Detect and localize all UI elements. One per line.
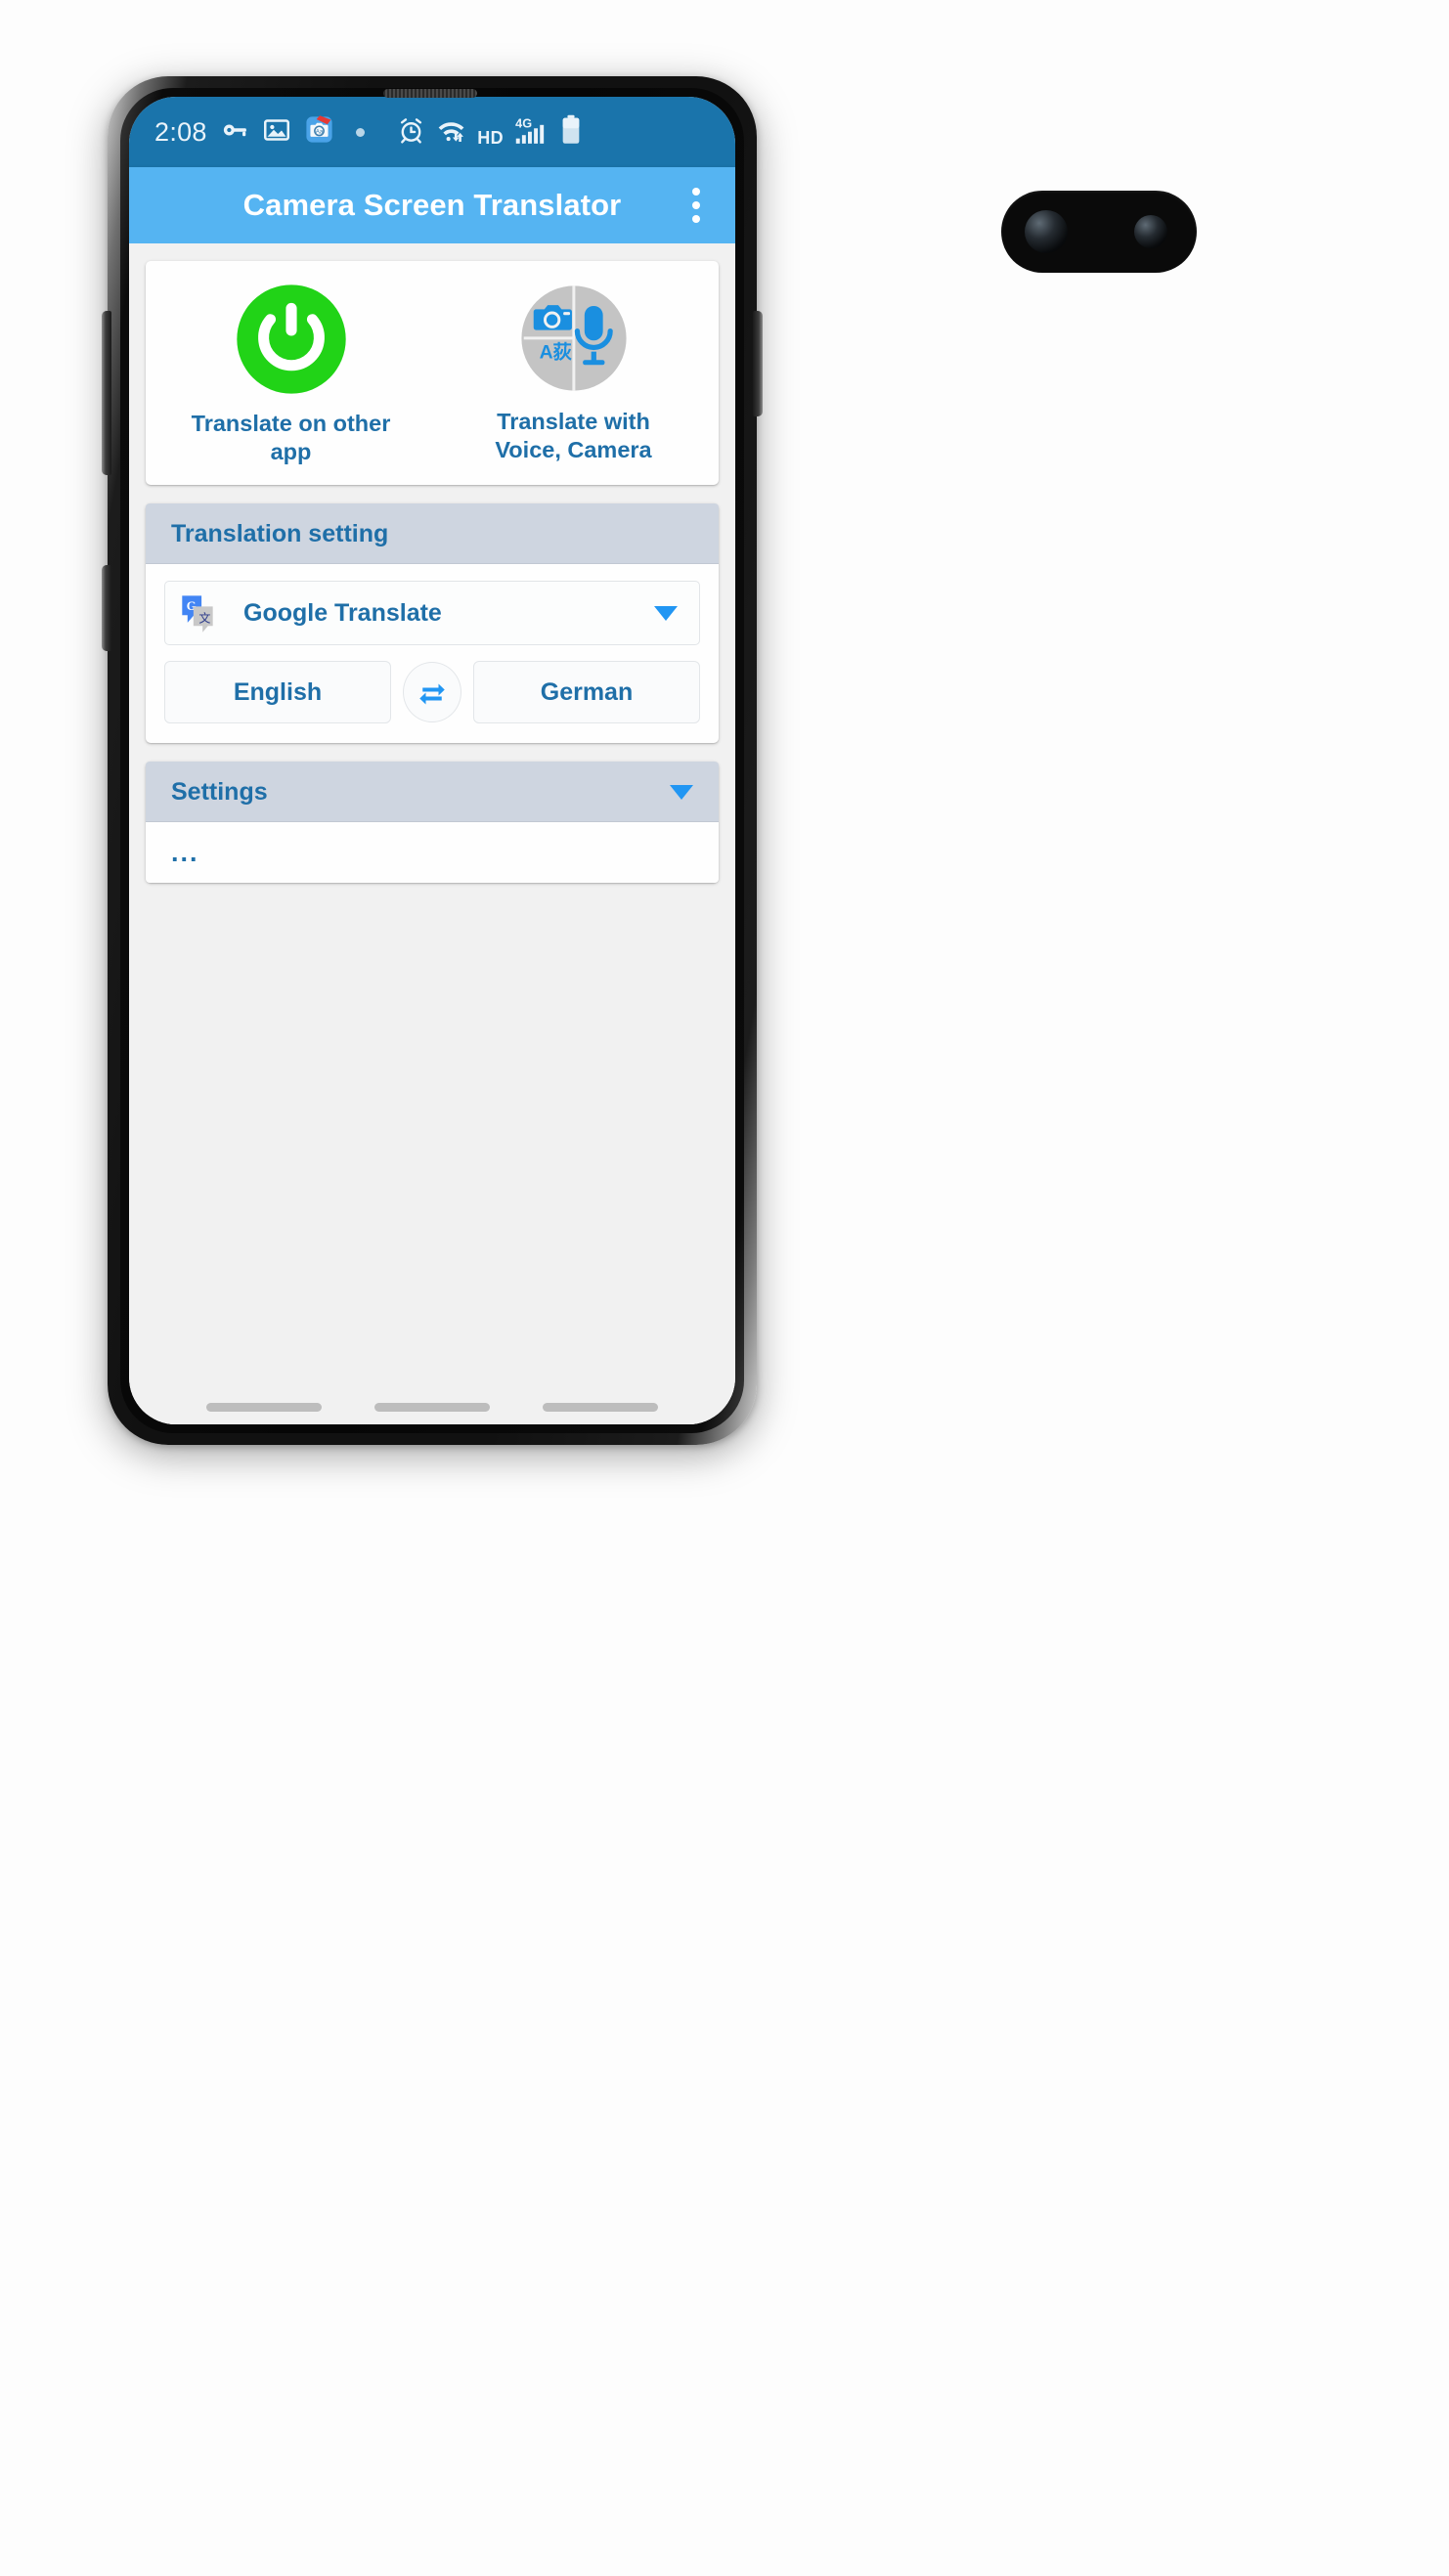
earpiece-speaker-icon — [383, 89, 477, 98]
shortcut-label: Translate on other app — [191, 411, 391, 464]
chevron-down-icon — [670, 784, 693, 800]
translate-on-other-app-button[interactable]: Translate on other app — [150, 283, 432, 465]
engine-name: Google Translate — [243, 598, 442, 627]
back-pill[interactable] — [543, 1402, 658, 1412]
phone-screen: 2:08 Aa HD 4G Camera Screen Translator T… — [129, 97, 735, 1424]
svg-text:A: A — [539, 342, 552, 364]
swap-horizontal-icon — [419, 683, 445, 705]
source-language-button[interactable]: English — [164, 661, 391, 724]
translate-with-voice-camera-button[interactable]: A 荻 Translate with Voice, Camera — [432, 283, 715, 465]
punch-hole-camera — [1001, 191, 1197, 273]
key-icon — [220, 115, 249, 150]
image-icon — [262, 115, 291, 150]
engine-row-wrapper: G 文 Google Translate — [146, 564, 719, 646]
target-language-button[interactable]: German — [473, 661, 700, 724]
settings-card: Settings ... — [146, 762, 719, 884]
translation-engine-select[interactable]: G 文 Google Translate — [164, 581, 700, 646]
translation-setting-header[interactable]: Translation setting — [146, 503, 719, 565]
screenshot-camera-icon: Aa — [304, 114, 334, 150]
svg-text:Aa: Aa — [315, 128, 323, 135]
section-title: Settings — [171, 777, 268, 806]
recents-pill[interactable] — [206, 1402, 322, 1412]
svg-text:文: 文 — [198, 611, 210, 626]
volume-button[interactable] — [102, 311, 111, 475]
power-button[interactable] — [753, 311, 763, 416]
swap-languages-button[interactable] — [403, 662, 461, 723]
section-title: Translation setting — [171, 519, 389, 547]
notification-dot-icon — [355, 127, 365, 137]
language-row: English German — [146, 645, 719, 743]
google-translate-icon: G 文 — [182, 595, 213, 633]
page-title: Camera Screen Translator — [242, 188, 622, 222]
battery-icon — [561, 114, 581, 150]
power-icon — [236, 284, 346, 394]
home-pill[interactable] — [374, 1402, 490, 1412]
status-bar-right: HD 4G — [397, 114, 710, 150]
assistant-button[interactable] — [102, 565, 111, 651]
settings-placeholder-text: ... — [171, 838, 199, 868]
voice-camera-icon: A 荻 — [520, 285, 627, 391]
chevron-down-icon — [654, 605, 678, 621]
translation-setting-card: Translation setting G 文 Google Translate… — [146, 503, 719, 744]
status-clock: 2:08 — [154, 116, 207, 147]
settings-header[interactable]: Settings — [146, 762, 719, 823]
navigation-bar — [129, 1389, 735, 1424]
main-content: Translate on other app A 荻 Translate wit… — [129, 243, 735, 1424]
wifi-icon — [436, 116, 466, 150]
settings-body[interactable]: ... — [146, 822, 719, 884]
more-vertical-icon[interactable] — [682, 182, 710, 229]
shortcut-card: Translate on other app A 荻 Translate wit… — [146, 261, 719, 486]
status-bar-left: 2:08 Aa — [154, 114, 365, 150]
signal-4g-icon: 4G — [514, 115, 550, 150]
hd-icon: HD — [477, 128, 504, 148]
alarm-icon — [397, 116, 425, 150]
svg-text:荻: 荻 — [552, 341, 572, 364]
camera-lens-main-icon — [1025, 210, 1068, 253]
app-bar: Camera Screen Translator — [129, 167, 735, 243]
svg-text:4G: 4G — [515, 117, 532, 131]
shortcut-label: Translate with Voice, Camera — [495, 409, 652, 462]
camera-lens-secondary-icon — [1134, 215, 1167, 248]
status-bar: 2:08 Aa HD 4G — [129, 97, 735, 167]
